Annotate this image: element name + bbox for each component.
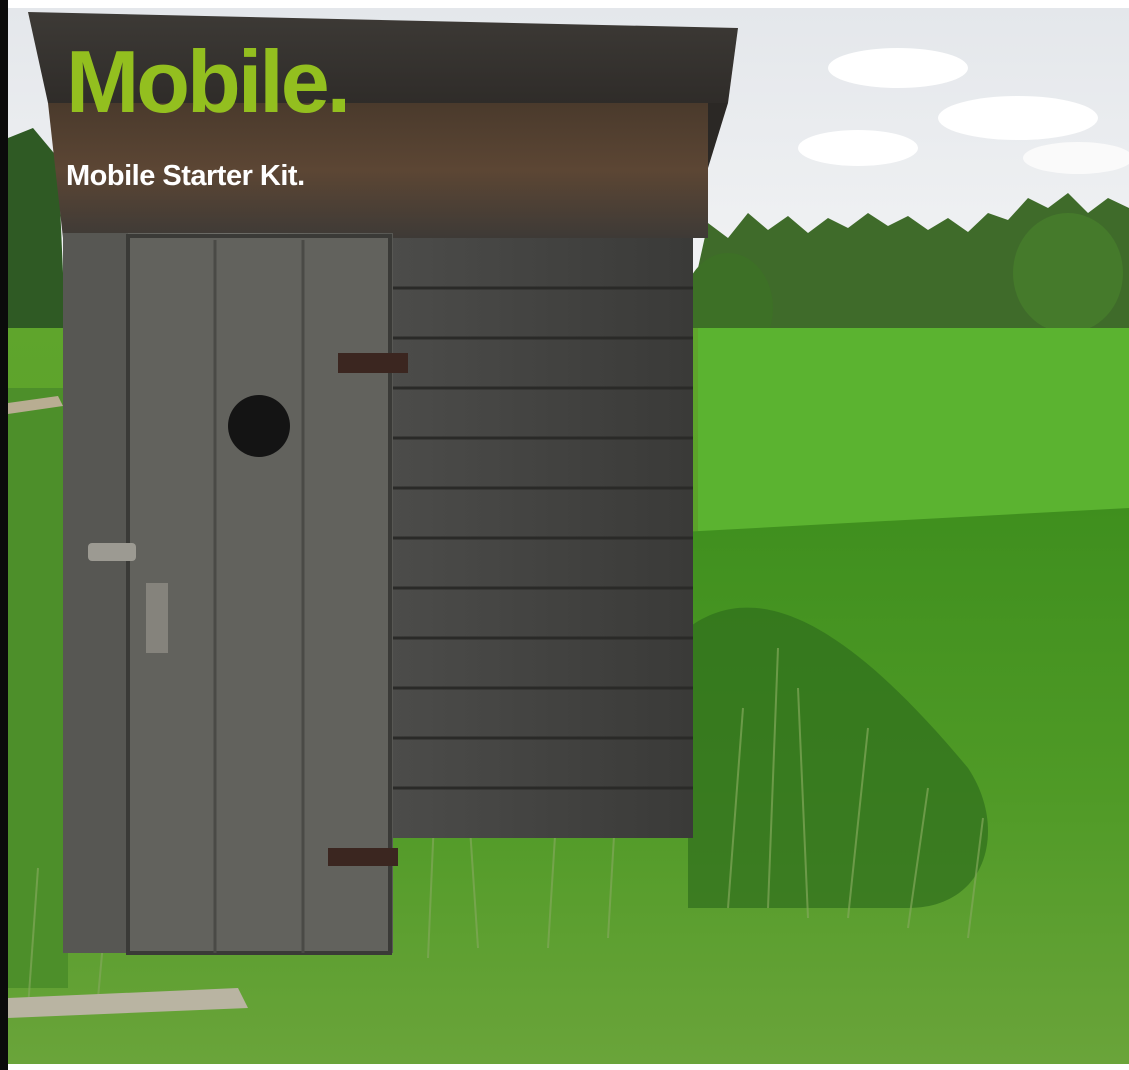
splash-screen: Mobile. Mobile Starter Kit. <box>0 0 1129 1070</box>
app-title: Mobile. <box>66 32 351 131</box>
window-edge <box>0 0 8 1070</box>
app-subtitle: Mobile Starter Kit. <box>66 160 305 192</box>
